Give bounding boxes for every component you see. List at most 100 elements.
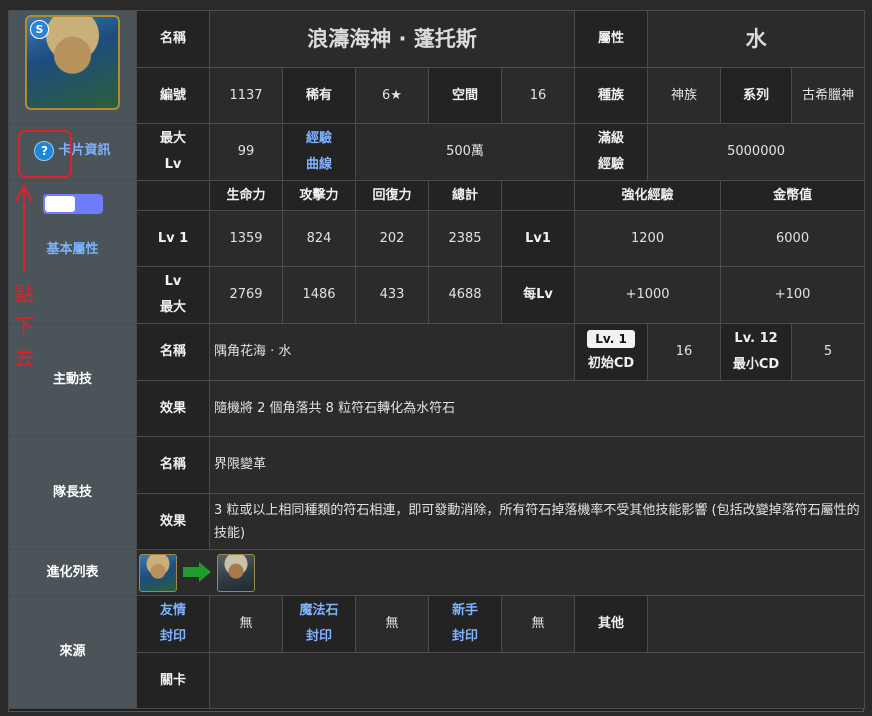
lvmax-total: 4688 xyxy=(428,266,502,324)
lvmax-label: Lv 最大 xyxy=(136,266,210,324)
name-label: 名稱 xyxy=(136,10,210,68)
evolution-section: 進化列表 xyxy=(8,549,137,596)
race-label: 種族 xyxy=(574,67,649,124)
question-mark-icon: ? xyxy=(34,141,55,161)
space-value: 16 xyxy=(500,67,576,124)
lv1-exp-label: Lv1 xyxy=(500,210,576,267)
stat-header-hp: 生命力 xyxy=(209,180,283,211)
skill-lv-max-text: Lv. 12 xyxy=(734,331,778,346)
lv1-atk: 824 xyxy=(282,210,356,267)
lvmax-label-line2: 最大 xyxy=(159,300,186,315)
active-skill-name-label: 名稱 xyxy=(136,323,210,381)
lv1-hp: 1359 xyxy=(209,210,283,267)
per-lv-label: 每Lv xyxy=(500,266,576,324)
friend-seal-value: 無 xyxy=(209,595,283,653)
stat-header-rec: 回復力 xyxy=(355,180,429,211)
stat-header-coin: 金幣值 xyxy=(720,180,866,211)
friend-seal-link[interactable]: 友情 封印 xyxy=(136,595,210,653)
magic-seal-line1: 魔法石 xyxy=(299,603,339,618)
stats-header-blank xyxy=(136,180,210,211)
min-cd-text: 最小CD xyxy=(732,357,780,372)
initial-cd-label: Lv. 1 初始CD xyxy=(574,323,649,381)
lv1-coin: 6000 xyxy=(720,210,866,267)
full-exp-label: 滿級 經驗 xyxy=(574,123,649,181)
min-cd-value: 5 xyxy=(791,323,866,381)
rarity-value: 6★ xyxy=(355,67,429,124)
card-info-cell: ? 卡片資訊 xyxy=(8,123,137,181)
lvmax-atk: 1486 xyxy=(282,266,356,324)
basic-stats-link[interactable]: 基本屬性 xyxy=(46,242,98,257)
portrait-cell: S xyxy=(8,10,137,124)
leader-skill-effect: 3 粒或以上相同種類的符石相連，即可發動消除，所有符石掉落機率不受其他技能影響 … xyxy=(208,493,866,550)
lv1-label: Lv 1 xyxy=(136,210,210,267)
attribute-label: 屬性 xyxy=(574,10,649,68)
race-link[interactable]: 神族 xyxy=(647,67,722,124)
series-label: 系列 xyxy=(720,67,793,124)
initial-cd-text: 初始CD xyxy=(587,356,635,371)
leader-skill-name-label: 名稱 xyxy=(136,436,210,494)
lvmax-label-line1: Lv xyxy=(164,274,182,289)
stat-header-blank2 xyxy=(500,180,576,211)
stats-toggle[interactable] xyxy=(42,193,103,214)
water-attribute-icon: S xyxy=(30,20,49,39)
stat-header-total: 總計 xyxy=(428,180,502,211)
card-info-label: 卡片資訊 xyxy=(58,143,111,158)
active-skill-effect: 隨機將 2 個角落共 8 粒符石轉化為水符石 xyxy=(208,380,866,437)
card-name: 浪濤海神 · 蓬托斯 xyxy=(208,10,576,68)
leader-skill-effect-label: 效果 xyxy=(136,493,210,550)
exp-curve-link[interactable]: 經驗 曲線 xyxy=(282,123,356,181)
per-lv-exp: +1000 xyxy=(574,266,722,324)
attribute-value: 水 xyxy=(647,10,866,68)
newbie-seal-value: 無 xyxy=(500,595,576,653)
card-info-link[interactable]: ? 卡片資訊 xyxy=(34,138,111,164)
newbie-seal-link[interactable]: 新手 封印 xyxy=(428,595,502,653)
space-label: 空間 xyxy=(428,67,502,124)
leader-skill-name-link[interactable]: 界限變革 xyxy=(208,436,866,494)
stat-header-exp: 強化經驗 xyxy=(574,180,722,211)
rarity-label: 稀有 xyxy=(282,67,356,124)
lv1-rec: 202 xyxy=(355,210,429,267)
magic-seal-link[interactable]: 魔法石 封印 xyxy=(282,595,356,653)
evolution-card-before[interactable] xyxy=(139,553,177,592)
active-skill-section: 主動技 xyxy=(8,323,137,437)
stage-source-value xyxy=(208,652,866,709)
min-cd-label: Lv. 12 最小CD xyxy=(720,323,793,381)
initial-cd-value: 16 xyxy=(647,323,722,381)
max-lv-label: 最大 Lv xyxy=(136,123,210,181)
newbie-seal-line1: 新手 xyxy=(451,603,478,618)
lv1-total: 2385 xyxy=(428,210,502,267)
full-exp-label-line2: 經驗 xyxy=(598,157,625,172)
full-exp-label-line1: 滿級 xyxy=(598,131,625,146)
toggle-knob xyxy=(44,195,75,212)
other-source-value xyxy=(647,595,866,653)
max-lv-label-line1: 最大 xyxy=(159,131,186,146)
stat-header-atk: 攻擊力 xyxy=(282,180,356,211)
leader-skill-section: 隊長技 xyxy=(8,436,137,550)
id-label: 編號 xyxy=(136,67,210,124)
card-table: S 名稱 浪濤海神 · 蓬托斯 屬性 水 編號 1137 稀有 6★ 空間 16… xyxy=(8,10,866,709)
series-link[interactable]: 古希臘神 xyxy=(791,67,866,124)
active-skill-effect-label: 效果 xyxy=(136,380,210,437)
evolution-list xyxy=(135,549,866,596)
basic-stats-section: 基本屬性 xyxy=(8,180,137,324)
magic-seal-value: 無 xyxy=(355,595,429,653)
per-lv-coin: +100 xyxy=(720,266,866,324)
source-section: 來源 xyxy=(8,595,137,709)
evolution-card-after[interactable] xyxy=(217,553,255,592)
max-lv-label-line2: Lv xyxy=(164,157,182,172)
id-value: 1137 xyxy=(209,67,283,124)
full-exp-value: 5000000 xyxy=(647,123,866,181)
max-lv-value: 99 xyxy=(209,123,283,181)
card-portrait-image[interactable]: S xyxy=(25,15,120,110)
evolution-arrow-icon xyxy=(183,560,211,586)
exp-curve-value: 500萬 xyxy=(354,123,576,181)
lvmax-hp: 2769 xyxy=(209,266,283,324)
exp-curve-label-line1: 經驗 xyxy=(305,131,332,146)
lv1-exp: 1200 xyxy=(574,210,722,267)
friend-seal-line1: 友情 xyxy=(159,603,186,618)
lvmax-rec: 433 xyxy=(355,266,429,324)
stage-source-label: 關卡 xyxy=(136,652,210,709)
newbie-seal-line2: 封印 xyxy=(451,629,478,644)
active-skill-name-link[interactable]: 隅角花海 · 水 xyxy=(208,323,576,381)
other-source-label: 其他 xyxy=(574,595,649,653)
